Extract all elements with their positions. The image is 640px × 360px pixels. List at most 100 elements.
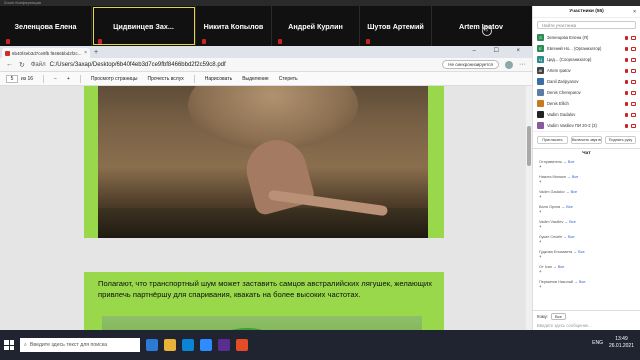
edge-icon[interactable] — [182, 339, 194, 351]
muted-mic-icon — [625, 101, 628, 106]
muted-mic-icon — [625, 68, 628, 73]
chat-message: Отправитель → Все + — [533, 158, 640, 173]
new-tab-button[interactable]: + — [94, 48, 98, 58]
chat-sender: Отправитель — [539, 160, 562, 164]
sync-status-button[interactable]: Не синхронизируется — [442, 60, 499, 69]
zoom-in-button[interactable]: + — [67, 76, 70, 82]
unmute-all-button[interactable]: Включить звук всем — [571, 136, 602, 144]
task-view-icon[interactable] — [146, 339, 158, 351]
clock[interactable]: 13:49 26.01.2021 — [609, 336, 634, 350]
taskbar: ⌕ Введите здесь текст для поиска ENG 13:… — [0, 330, 640, 360]
pdf-page: Полагают, что транспортный шум может зас… — [84, 272, 444, 330]
participant-name: Зеленцова Елена (Я) — [547, 35, 589, 40]
avatar: З — [537, 34, 544, 41]
read-aloud-button[interactable]: Прочесть вслух — [147, 76, 183, 82]
chat-message: Гудкова Елизавета → Все + — [533, 248, 640, 263]
tab-pdf[interactable]: 6b40f4eb3d7ce9fb f8466bbd2f2c... × — [2, 48, 90, 58]
participant-row[interactable]: Denis Ellich — [533, 98, 640, 109]
video-tile[interactable]: Никита Копылов — [196, 6, 272, 46]
pdf-paragraph: Полагают, что транспортный шум может зас… — [98, 279, 432, 299]
chat-text: + — [539, 284, 542, 289]
profile-avatar[interactable] — [505, 60, 513, 69]
back-button[interactable]: ← — [6, 61, 13, 68]
camera-off-icon — [631, 101, 636, 106]
highlight-button[interactable]: Выделение — [242, 76, 269, 82]
page-number-input[interactable]: 5 — [6, 74, 18, 83]
zoom-app-icon[interactable] — [200, 339, 212, 351]
chat-footer: Кому: Все Введите здесь сообщение... — [533, 310, 640, 330]
invite-button[interactable]: Пригласить — [537, 136, 568, 144]
chat-text: + — [539, 164, 542, 169]
video-tile[interactable]: Андрей Курлин — [272, 6, 360, 46]
scroll-thumb[interactable] — [527, 126, 531, 166]
camera-off-icon — [631, 123, 636, 128]
chat-text: + — [539, 209, 542, 214]
url-field[interactable]: Файл C:/Users/Захар/Desktop/6b40f4eb3d7c… — [31, 62, 436, 68]
chat-recipient: Все — [566, 205, 573, 209]
participant-name: Artem Ipatov — [459, 21, 503, 31]
video-tile[interactable]: Artem Ipatov — [432, 6, 530, 46]
chat-sender: Никита Милкин — [539, 175, 566, 179]
participant-row[interactable]: Ц Цид... (Соорганизатор) — [533, 54, 640, 65]
participant-name: Цид... (Соорганизатор) — [547, 57, 592, 62]
chat-recipient-select[interactable]: Все — [550, 313, 566, 320]
participants-panel: Участники (55) × Найти участника З Зеленц… — [532, 6, 640, 330]
avatar: AI — [537, 67, 544, 74]
close-tab-icon[interactable]: × — [84, 50, 87, 56]
participant-row[interactable]: Vadim Vasiliev ПИ 20-2 (3) — [533, 120, 640, 131]
draw-button[interactable]: Нарисовать — [205, 76, 232, 82]
raise-hand-button[interactable]: Поднять руку — [605, 136, 636, 144]
video-tile-active[interactable]: Цидвинцев Зах... — [92, 6, 196, 46]
participant-name: Цидвинцев Зах... — [113, 21, 174, 31]
video-tile[interactable]: Зеленцова Елена — [0, 6, 92, 46]
participant-name: Андрей Курлин — [288, 21, 343, 31]
chat-recipient: Все — [567, 235, 575, 239]
browser-menu-button[interactable]: ··· — [519, 61, 526, 68]
close-icon[interactable]: × — [633, 9, 636, 15]
camera-off-icon — [631, 35, 636, 40]
chat-message: От Ivan → Все + — [533, 263, 640, 278]
video-tile[interactable]: Шутов Артемий — [360, 6, 432, 46]
next-page-button[interactable]: › — [482, 26, 492, 36]
address-bar: ← ↻ Файл C:/Users/Захар/Desktop/6b40f4eb… — [0, 58, 532, 72]
visual-studio-icon[interactable] — [218, 339, 230, 351]
erase-button[interactable]: Стереть — [279, 76, 298, 82]
taskbar-search-input[interactable]: ⌕ Введите здесь текст для поиска — [20, 338, 140, 352]
muted-mic-icon — [98, 39, 102, 44]
participant-row[interactable]: AI Artem Ipatov — [533, 65, 640, 76]
chat-recipient: Все — [569, 220, 576, 224]
camera-off-icon — [631, 90, 636, 95]
divider — [193, 74, 195, 83]
participant-row[interactable]: Danil Zaripyanov — [533, 76, 640, 87]
app-icon[interactable] — [236, 339, 248, 351]
avatar — [537, 89, 544, 96]
page-view-button[interactable]: Просмотр страницы — [91, 76, 138, 82]
chat-message-input[interactable]: Введите здесь сообщение... — [537, 323, 637, 328]
participant-row[interactable]: З Зеленцова Елена (Я) — [533, 32, 640, 43]
muted-mic-icon — [278, 39, 282, 44]
muted-mic-icon — [202, 39, 206, 44]
chat-to-label: Кому: — [537, 314, 548, 319]
participant-row[interactable]: Denis Chereparov — [533, 87, 640, 98]
participant-row[interactable]: Vadim Gadalov — [533, 109, 640, 120]
divider — [43, 74, 45, 83]
refresh-button[interactable]: ↻ — [19, 61, 25, 69]
tab-bar: 6b40f4eb3d7ce9fb f8466bbd2f2c... × + – ☐… — [0, 46, 532, 58]
chat-recipient: Все — [578, 250, 585, 254]
muted-mic-icon — [625, 46, 628, 51]
chat-message: Перминов Николай → Все + — [533, 278, 640, 293]
muted-mic-icon — [625, 57, 628, 62]
pdf-viewer[interactable]: Полагают, что транспортный шум может зас… — [0, 86, 532, 330]
window-controls[interactable]: – ☐ × — [472, 47, 528, 54]
chat-sender: Гудкова Елизавета — [539, 250, 573, 254]
language-indicator[interactable]: ENG — [592, 340, 603, 346]
participant-search-input[interactable]: Найти участника — [537, 21, 636, 29]
participant-row[interactable]: Е Евгений Но... (Организатор) — [533, 43, 640, 54]
camera-off-icon — [631, 46, 636, 51]
windows-start-icon[interactable] — [4, 340, 14, 350]
muted-mic-icon — [366, 39, 370, 44]
participant-name: Vadim Gadalov — [547, 112, 576, 117]
file-explorer-icon[interactable] — [164, 339, 176, 351]
avatar: Е — [537, 45, 544, 52]
zoom-out-button[interactable]: − — [54, 76, 57, 82]
